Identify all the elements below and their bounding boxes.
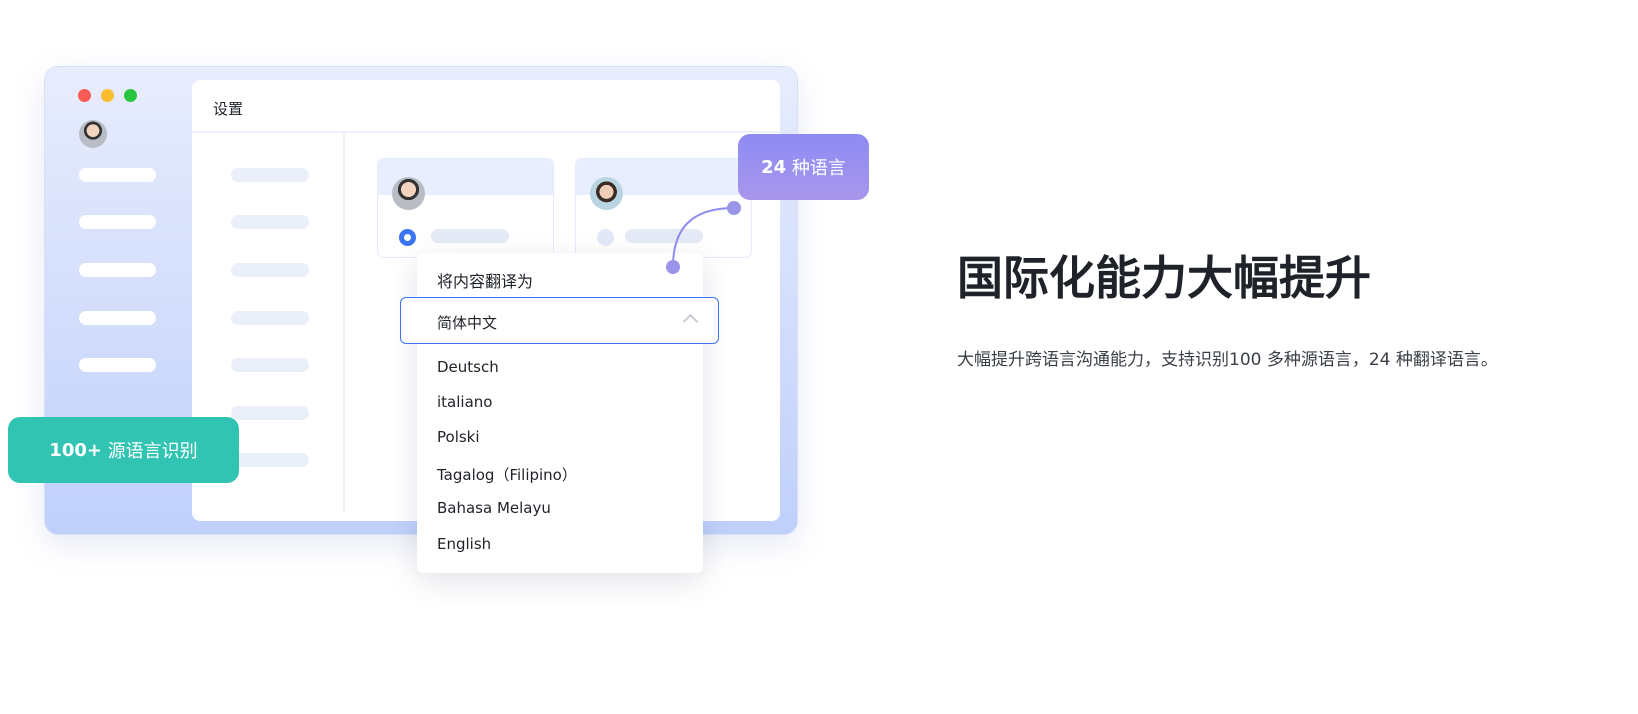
radio-selected[interactable] (399, 229, 416, 246)
language-option[interactable]: Deutsch (437, 358, 499, 376)
sidebar-item (79, 358, 156, 372)
language-option[interactable]: italiano (437, 393, 492, 411)
radio-unselected[interactable] (597, 229, 614, 246)
badge-label: 种语言 (791, 158, 846, 179)
feature-description: 大幅提升跨语言沟通能力，支持识别100 多种源语言，24 种翻译语言。 (957, 350, 1498, 370)
sidebar-item (79, 263, 156, 277)
language-option[interactable]: Polski (437, 428, 480, 446)
feature-heading: 国际化能力大幅提升 (957, 251, 1371, 305)
badge-label: 源语言识别 (107, 441, 198, 462)
language-select[interactable]: 简体中文 (400, 297, 719, 344)
user-avatar (79, 120, 107, 148)
sidebar-item (79, 168, 156, 182)
settings-title: 设置 (213, 100, 244, 118)
sidebar-item (79, 311, 156, 325)
female-avatar (392, 177, 425, 210)
divider (192, 131, 780, 133)
settings-nav-item (231, 168, 309, 182)
language-option[interactable]: Tagalog（Filipino） (437, 464, 577, 485)
dropdown-title: 将内容翻译为 (437, 272, 534, 291)
settings-nav-item (231, 406, 309, 420)
selected-language: 简体中文 (437, 314, 498, 332)
settings-nav-item (231, 311, 309, 325)
maximize-window-dot[interactable] (124, 89, 137, 102)
card-text-placeholder (431, 229, 509, 243)
minimize-window-dot[interactable] (101, 89, 114, 102)
target-languages-badge: 24 种语言 (738, 134, 869, 200)
sidebar-item (79, 215, 156, 229)
divider (343, 133, 345, 513)
source-languages-badge: 100+ 源语言识别 (8, 417, 239, 483)
language-option[interactable]: English (437, 535, 491, 553)
settings-nav-item (231, 263, 309, 277)
badge-count: 100+ (49, 439, 102, 461)
language-option[interactable]: Bahasa Melayu (437, 499, 551, 517)
male-avatar (590, 177, 623, 210)
badge-count: 24 (761, 156, 787, 178)
settings-nav-item (231, 358, 309, 372)
close-window-dot[interactable] (78, 89, 91, 102)
settings-nav-item (231, 453, 309, 467)
chevron-up-icon (682, 313, 699, 330)
settings-nav-item (231, 215, 309, 229)
connector-line (666, 201, 741, 274)
